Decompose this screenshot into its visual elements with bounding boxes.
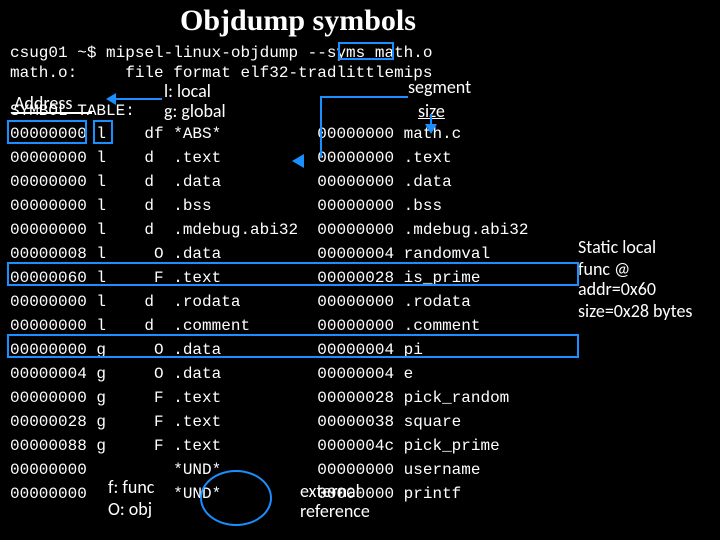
arrow-scope-line bbox=[112, 98, 162, 100]
annot-segment: segment bbox=[408, 76, 471, 98]
arrow-segment-line-h bbox=[320, 96, 408, 98]
rect-address-col bbox=[7, 120, 87, 144]
table-row: 00000088 g F .text 0000004c pick_prime bbox=[10, 434, 528, 458]
file-format-line: math.o: file format elf32-tradlittlemips bbox=[10, 64, 432, 82]
table-row: 00000000 l d .text 00000000 .text bbox=[10, 146, 528, 170]
table-row: 00000000 l d .data 00000000 .data bbox=[10, 170, 528, 194]
arrow-segment-head bbox=[292, 154, 304, 168]
annot-g-global: g: global bbox=[164, 100, 226, 122]
arrow-size-head bbox=[425, 124, 437, 134]
table-row: 00000028 g F .text 00000038 square bbox=[10, 410, 528, 434]
table-row: 00000000 l d .bss 00000000 .bss bbox=[10, 194, 528, 218]
rect-is-prime-row bbox=[7, 262, 579, 286]
arrow-scope-head bbox=[106, 93, 116, 105]
table-row: 00000000 g F .text 00000028 pick_random bbox=[10, 386, 528, 410]
rect-scope-col bbox=[93, 120, 113, 144]
annot-l-local: l: local bbox=[164, 80, 211, 102]
table-row: 00000000 *UND* 00000000 username bbox=[10, 458, 528, 482]
table-row: 00000000 l d .rodata 00000000 .rodata bbox=[10, 290, 528, 314]
table-row: 00000000 l d .mdebug.abi32 00000000 .mde… bbox=[10, 218, 528, 242]
annot-func-at: func @ bbox=[578, 258, 630, 280]
arrow-segment-line-v bbox=[320, 96, 322, 158]
rect-syms-option bbox=[338, 42, 394, 60]
symbol-table: 00000000 l df *ABS* 00000000 math.c 0000… bbox=[10, 122, 528, 506]
annot-static-local: Static local bbox=[578, 236, 656, 258]
symbol-table-heading: SYMBOL TABLE: bbox=[10, 102, 135, 120]
annot-addr-value: addr=0x60 bbox=[578, 278, 656, 300]
table-row: 00000004 g O .data 00000004 e bbox=[10, 362, 528, 386]
rect-pi-row bbox=[7, 334, 579, 358]
table-row: 00000000 l df *ABS* 00000000 math.c bbox=[10, 122, 528, 146]
oval-und bbox=[200, 470, 272, 526]
slide-title: Objdump symbols bbox=[180, 4, 416, 38]
annot-size-value: size=0x28 bytes bbox=[578, 300, 692, 322]
